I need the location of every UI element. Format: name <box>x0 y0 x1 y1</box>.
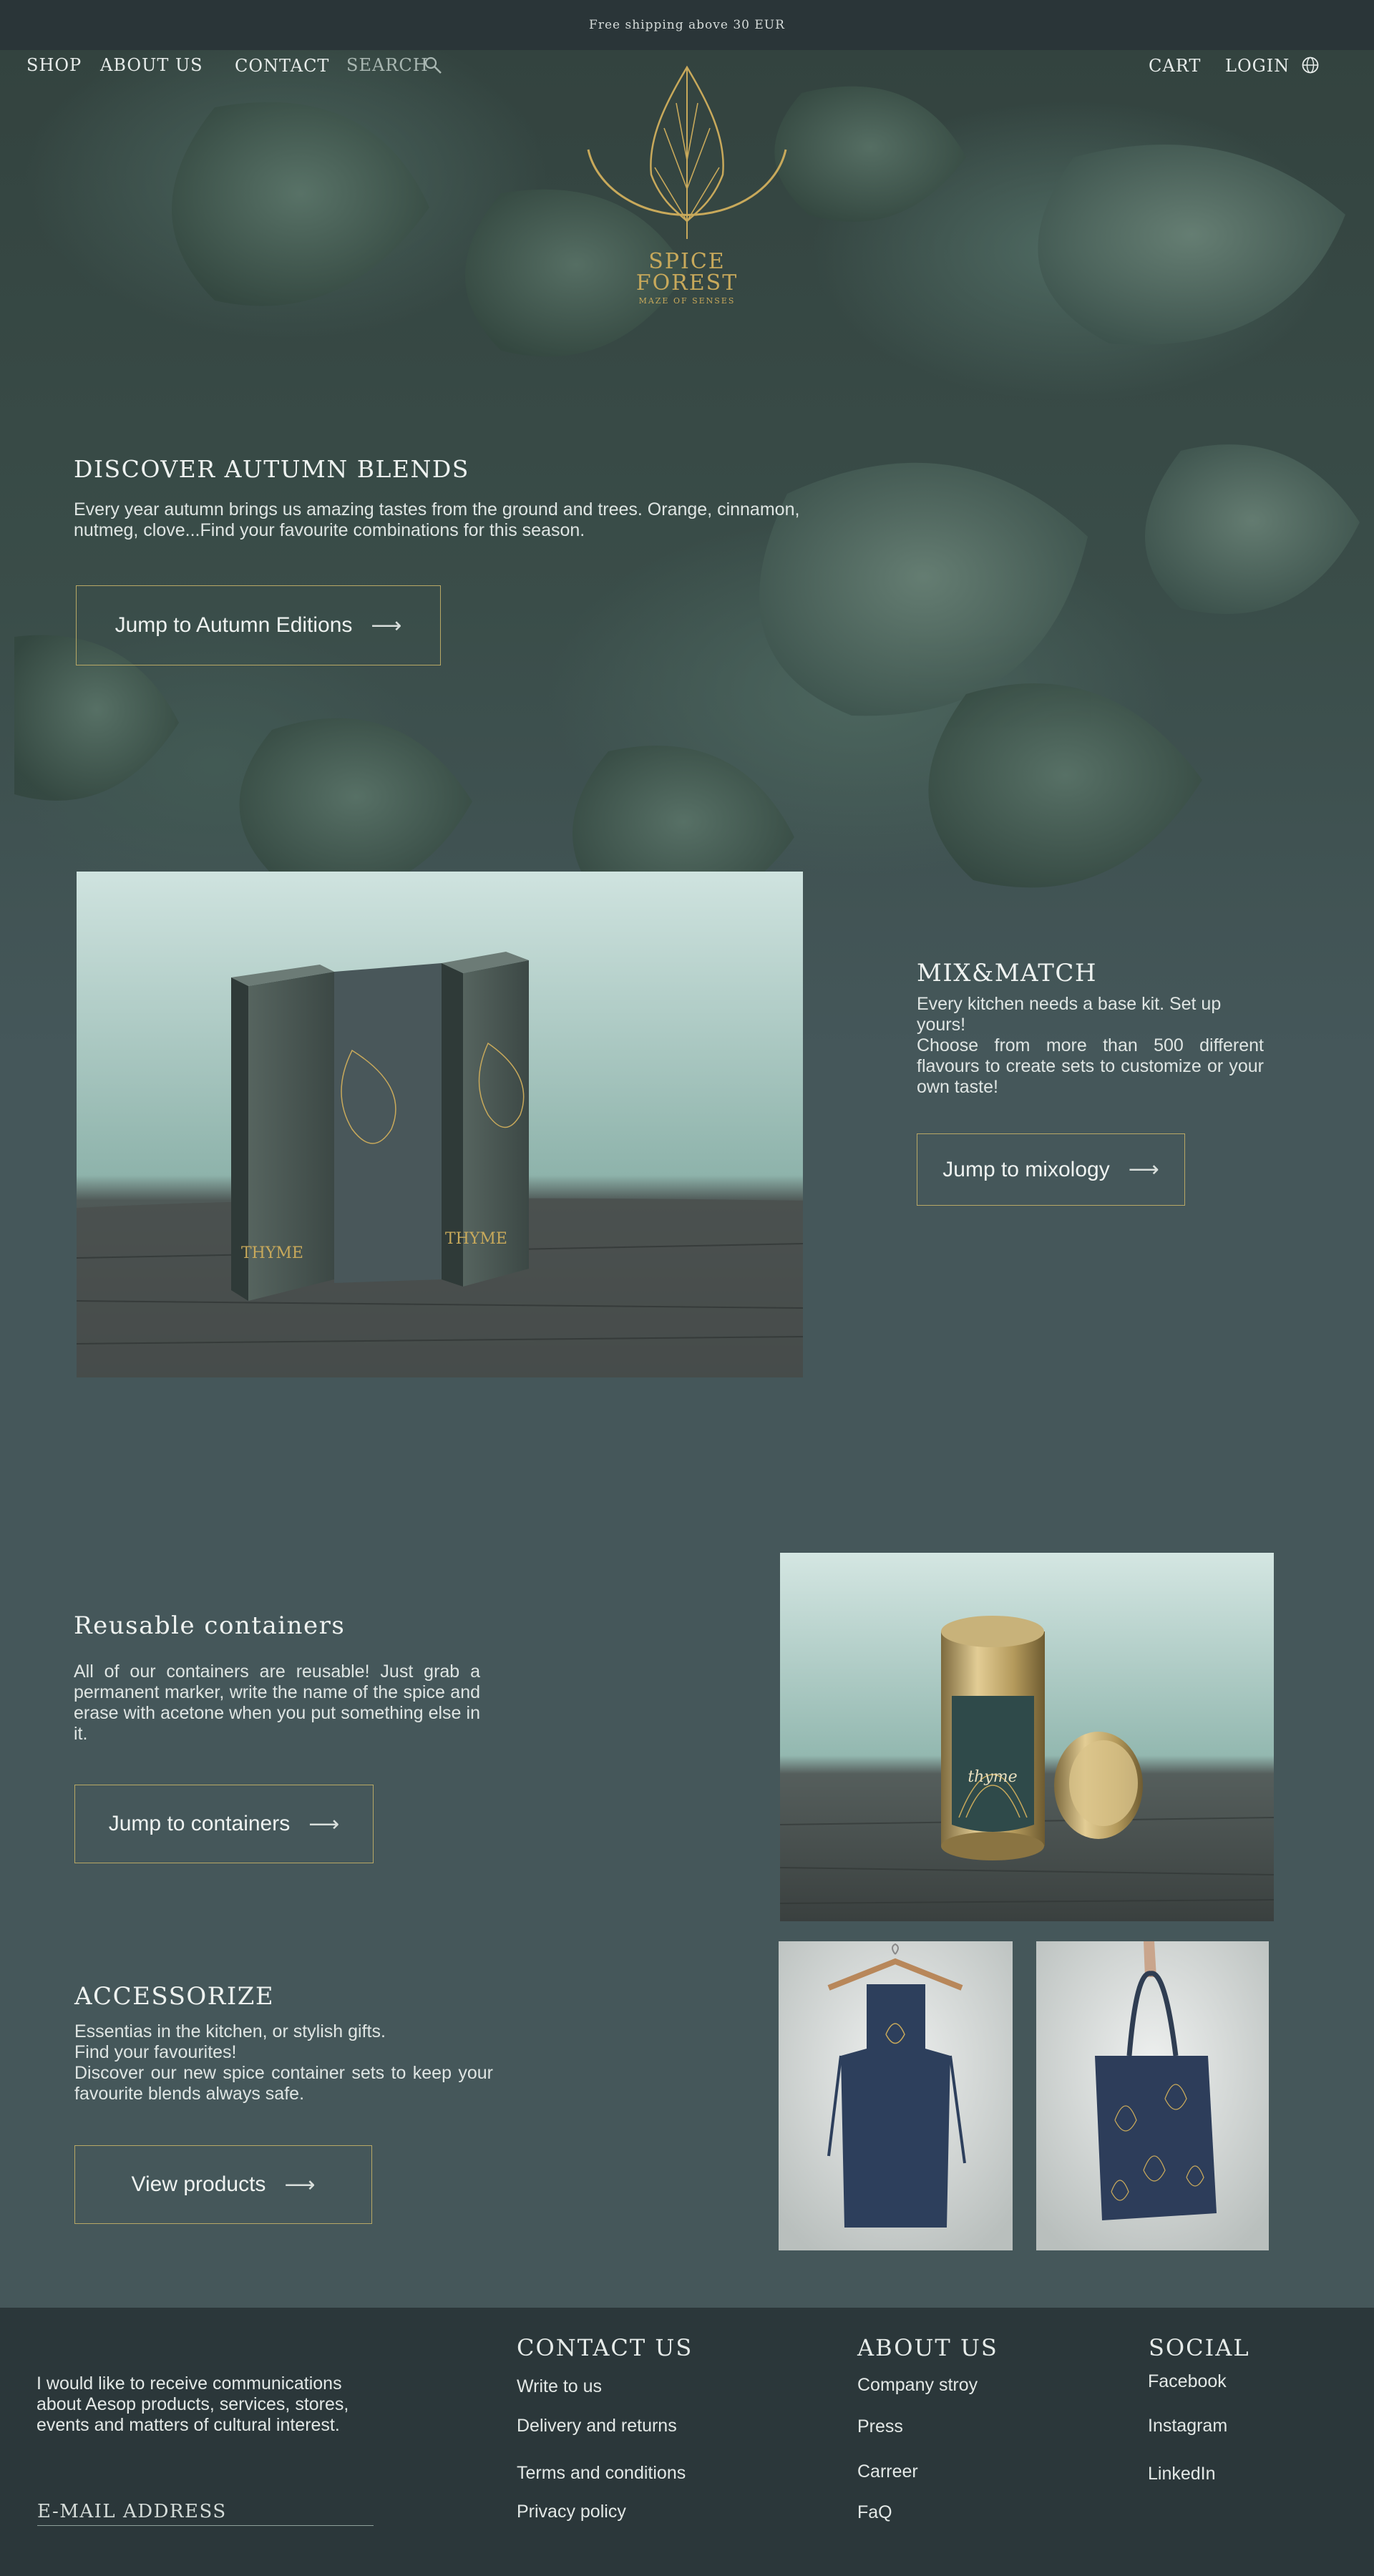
globe-icon[interactable] <box>1301 56 1320 77</box>
mixology-button[interactable]: Jump to mixology ⟶ <box>917 1133 1185 1206</box>
arrow-right-icon: ⟶ <box>1128 1157 1159 1182</box>
autumn-editions-label: Jump to Autumn Editions <box>114 613 353 637</box>
footer-link-instagram[interactable]: Instagram <box>1148 2416 1227 2436</box>
search-icon[interactable] <box>424 56 442 77</box>
tin-label: thyme <box>968 1768 1017 1786</box>
announcement-text: Free shipping above 30 EUR <box>589 18 785 32</box>
nav-shop[interactable]: SHOP <box>26 55 82 75</box>
arrow-right-icon: ⟶ <box>284 2172 316 2197</box>
logo-tagline: MAZE OF SENSES <box>638 296 736 306</box>
autumn-editions-button[interactable]: Jump to Autumn Editions ⟶ <box>76 585 441 665</box>
accessorize-line1: Essentias in the kitchen, or stylish gif… <box>74 2021 386 2041</box>
containers-text: All of our containers are reusable! Just… <box>74 1662 480 1744</box>
box-label: THYME <box>241 1244 303 1262</box>
footer-about-title: ABOUT US <box>857 2334 998 2361</box>
mixology-label: Jump to mixology <box>942 1157 1110 1181</box>
footer-contact-title: CONTACT US <box>517 2334 693 2361</box>
email-input[interactable] <box>37 2497 374 2526</box>
spice-boxes-image: THYME THYME <box>77 872 803 1377</box>
containers-title: Reusable containers <box>74 1611 346 1640</box>
logo-line2: FOREST <box>635 270 739 296</box>
leaf-logo-icon <box>587 65 787 239</box>
accessorize-line2: Find your favourites! <box>74 2042 237 2062</box>
footer-link-terms[interactable]: Terms and conditions <box>517 2463 686 2484</box>
announcement-bar: Free shipping above 30 EUR <box>0 0 1374 50</box>
hero-text: Every year autumn brings us amazing tast… <box>74 499 800 540</box>
arrow-right-icon: ⟶ <box>308 1811 340 1837</box>
arrow-right-icon: ⟶ <box>371 613 402 638</box>
containers-button[interactable]: Jump to containers ⟶ <box>74 1785 374 1863</box>
footer-link-press[interactable]: Press <box>857 2416 903 2437</box>
apron-image <box>779 1941 1013 2250</box>
tote-bag-image <box>1036 1941 1269 2250</box>
footer-link-delivery-returns[interactable]: Delivery and returns <box>517 2416 677 2436</box>
mix-text-1: Every kitchen needs a base kit. Set up y… <box>917 994 1222 1035</box>
footer-link-linkedin[interactable]: LinkedIn <box>1148 2464 1216 2484</box>
mix-title: MIX&MATCH <box>917 959 1098 987</box>
footer-link-faq[interactable]: FaQ <box>857 2502 892 2523</box>
nav-about[interactable]: ABOUT US <box>100 55 203 75</box>
footer-link-privacy[interactable]: Privacy policy <box>517 2502 626 2522</box>
containers-label: Jump to containers <box>108 1812 291 1835</box>
brand-logo[interactable]: SPICE FOREST MAZE OF SENSES <box>580 60 794 306</box>
newsletter-text: I would like to receive communications a… <box>36 2373 349 2435</box>
footer-link-facebook[interactable]: Facebook <box>1148 2371 1227 2392</box>
footer-link-company-story[interactable]: Company stroy <box>857 2375 978 2396</box>
footer-link-write-to-us[interactable]: Write to us <box>517 2376 602 2397</box>
footer-social-title: SOCIAL <box>1149 2334 1250 2361</box>
nav-contact[interactable]: CONTACT <box>235 56 329 76</box>
hero-title: DISCOVER AUTUMN BLENDS <box>74 455 469 483</box>
mix-text-2: Choose from more than 500 different flav… <box>917 1035 1264 1097</box>
footer-link-career[interactable]: Carreer <box>857 2462 918 2482</box>
accessorize-line3: Discover our new spice container sets to… <box>74 2063 493 2104</box>
box-label-2: THYME <box>445 1230 507 1248</box>
accessorize-title: ACCESSORIZE <box>74 1982 275 2011</box>
view-products-label: View products <box>131 2172 266 2196</box>
nav-cart[interactable]: CART <box>1149 56 1201 76</box>
nav-search[interactable]: SEARCH <box>346 55 429 75</box>
nav-login[interactable]: LOGIN <box>1225 56 1290 76</box>
view-products-button[interactable]: View products ⟶ <box>74 2145 372 2224</box>
spice-tin-image: thyme <box>780 1553 1274 1921</box>
